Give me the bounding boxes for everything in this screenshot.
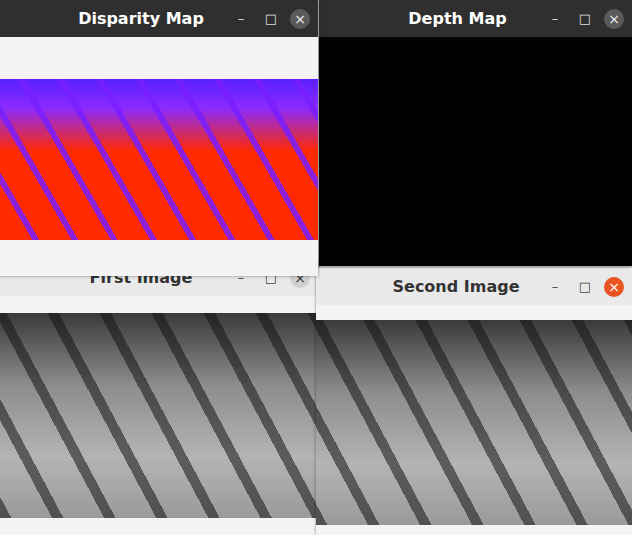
title-bar[interactable]: Depth Map–□ ×	[319, 0, 632, 37]
camera-image	[0, 313, 318, 518]
window-buttons: –□ ×	[230, 8, 310, 30]
title-bar[interactable]: Second Image–□ ×	[316, 268, 632, 305]
maximize-button[interactable]: □	[574, 8, 596, 30]
window-content	[0, 37, 318, 276]
close-button[interactable]: ×	[290, 9, 310, 29]
camera-image	[316, 320, 632, 525]
title-bar[interactable]: Disparity Map–□ ×	[0, 0, 318, 37]
app-window[interactable]: Disparity Map–□ ×	[0, 0, 318, 276]
disparity-image	[0, 79, 318, 240]
app-window[interactable]: First Image–□×	[0, 259, 318, 535]
window-content	[316, 305, 632, 535]
close-button[interactable]: ×	[604, 9, 624, 29]
app-window[interactable]: Second Image–□ ×	[316, 268, 632, 535]
minimize-button[interactable]: –	[544, 8, 566, 30]
window-buttons: –□ ×	[544, 276, 624, 298]
desktop: First Image–□×Second Image–□×Depth Map–□…	[0, 0, 632, 535]
window-title: Disparity Map	[12, 9, 230, 28]
window-content	[0, 296, 318, 535]
minimize-button[interactable]: –	[230, 8, 252, 30]
maximize-button[interactable]: □	[574, 276, 596, 298]
minimize-button[interactable]: –	[544, 276, 566, 298]
window-buttons: –□ ×	[544, 8, 624, 30]
window-title: Depth Map	[331, 9, 544, 28]
window-title: Second Image	[328, 277, 544, 296]
app-window[interactable]: Depth Map–□ ×	[319, 0, 632, 266]
close-button[interactable]: ×	[604, 277, 624, 297]
window-content	[319, 37, 632, 266]
maximize-button[interactable]: □	[260, 8, 282, 30]
